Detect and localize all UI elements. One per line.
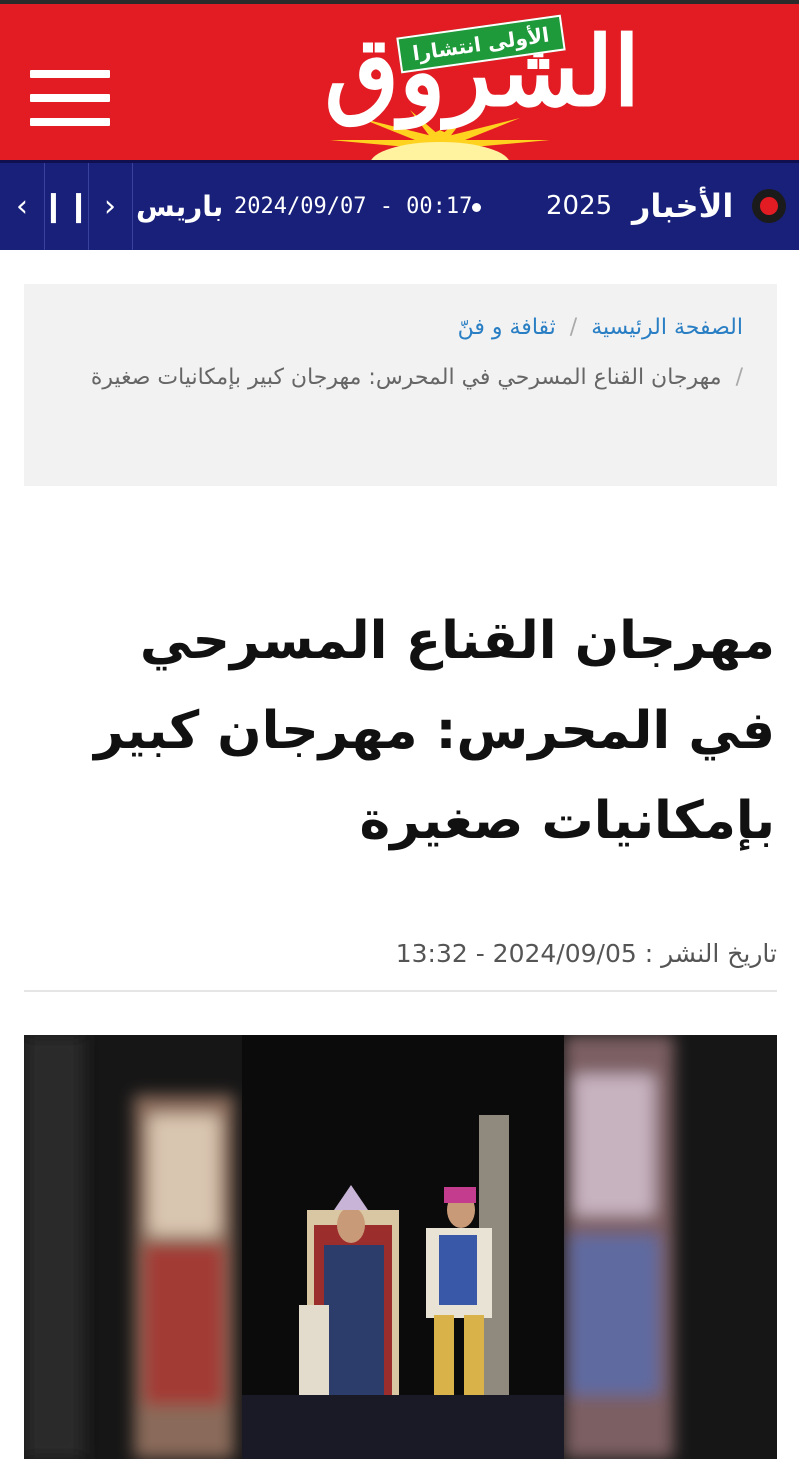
divider [24,990,777,992]
ticker-headline[interactable]: 2025 [546,163,612,250]
bullet-icon [472,203,481,212]
breadcrumb: الصفحة الرئيسية / ثقافة و فنّ / مهرجان القن… [24,284,777,486]
hamburger-menu-icon[interactable] [30,70,110,126]
pause-icon[interactable]: ❙❙ [41,163,91,250]
article-title: مهرجان القناع المسرحي في المحرس: مهرجان … [94,611,775,851]
news-ticker: ‹ ❙❙ › باريس 2024/09/07 - 00:17 2025 الأ… [0,160,799,250]
site-header: الشروق الأولى انتشارا [0,0,799,164]
chevron-right-icon[interactable]: › [88,163,133,250]
live-dot-icon [752,189,786,223]
breadcrumb-separator: / [569,315,578,340]
ticker-location[interactable]: باريس [136,163,223,250]
breadcrumb-current: مهرجان القناع المسرحي في المحرس: مهرجان … [90,365,722,390]
publish-date-value: 13:32 - 2024/09/05 [395,939,637,968]
ticker-timestamp: 2024/09/07 - 00:17 [234,194,473,219]
breadcrumb-separator: / [735,365,743,390]
article-image[interactable] [24,1035,777,1459]
chevron-left-icon[interactable]: ‹ [0,163,45,250]
publish-date: تاريخ النشر : 13:32 - 2024/09/05 [24,932,777,976]
breadcrumb-category[interactable]: ثقافة و فنّ [458,315,556,340]
publish-date-label: تاريخ النشر : [644,939,777,968]
site-logo[interactable]: الشروق الأولى انتشارا [210,14,690,164]
breadcrumb-home[interactable]: الصفحة الرئيسية [591,315,743,340]
ticker-label: الأخبار [632,187,734,225]
stage-performance-photo [24,1035,777,1459]
